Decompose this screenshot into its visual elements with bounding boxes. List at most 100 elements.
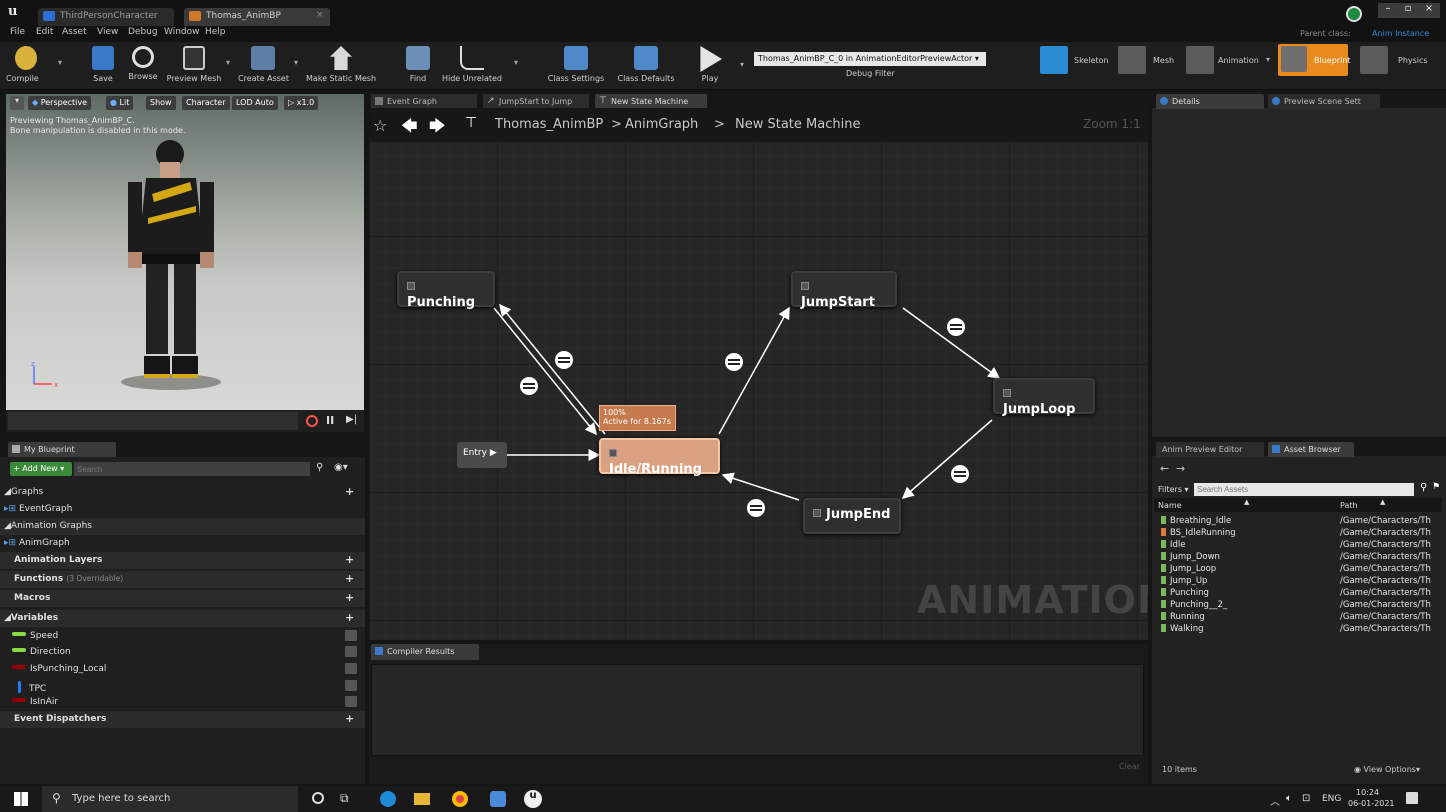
visibility-eye-icon[interactable]	[345, 630, 357, 641]
menu-view[interactable]: View	[97, 27, 118, 37]
timeline-scrubber[interactable]	[8, 412, 298, 430]
variable-row[interactable]: Speed	[0, 628, 365, 645]
browse-button[interactable]: Browse	[124, 46, 162, 88]
tab-anim-preview-editor[interactable]: Anim Preview Editor	[1156, 442, 1264, 457]
menu-debug[interactable]: Debug	[128, 27, 158, 37]
edge-icon[interactable]	[380, 791, 396, 807]
lock-icon[interactable]: ⚑	[1432, 482, 1440, 492]
visibility-eye-icon[interactable]	[345, 696, 357, 707]
state-node-jumploop[interactable]: JumpLoop	[993, 378, 1095, 417]
volume-icon[interactable]: 🔈︎	[1286, 793, 1292, 804]
tab-jumpstart-to-jump[interactable]: ↗ JumpStart to Jump	[483, 94, 589, 109]
doc-tab-thirdpersoncharacter[interactable]: ThirdPersonCharacter	[38, 8, 174, 26]
unreal-logo-icon[interactable]: u	[8, 4, 17, 19]
view-options-eye-icon[interactable]: ◉▾	[334, 462, 348, 473]
state-machine-graph[interactable]: ☆ 🡄 🡆 ⊤ Thomas_AnimBP > AnimGraph > New …	[369, 108, 1148, 640]
add-event-dispatcher-button[interactable]: +	[345, 713, 355, 724]
asset-list-item[interactable]: Jump_Down/Game/Characters/Th	[1158, 552, 1438, 564]
file-explorer-icon[interactable]	[414, 793, 430, 805]
name-column-header[interactable]: Name	[1158, 501, 1182, 510]
functions-category[interactable]: Functions (3 Overridable) +	[0, 571, 365, 588]
search-icon[interactable]: ⚲	[1420, 482, 1427, 493]
filters-button[interactable]: Filters ▾	[1158, 485, 1189, 494]
create-asset-button[interactable]: Create Asset	[238, 46, 289, 88]
lit-button[interactable]: ● Lit	[106, 96, 134, 110]
visibility-eye-icon[interactable]	[345, 646, 357, 657]
tab-asset-browser[interactable]: Asset Browser	[1268, 442, 1354, 457]
network-icon[interactable]: ⊡	[1302, 793, 1310, 804]
asset-list-item[interactable]: BS_IdleRunning/Game/Characters/Th	[1158, 528, 1438, 540]
history-forward-icon[interactable]: →	[1176, 462, 1185, 475]
play-button[interactable]: Play	[694, 46, 726, 88]
perspective-button[interactable]: ◆ Perspective	[28, 96, 92, 110]
variable-row[interactable]: Direction	[0, 644, 365, 661]
add-function-button[interactable]: +	[345, 573, 355, 584]
asset-list-item[interactable]: Jump_Up/Game/Characters/Th	[1158, 576, 1438, 588]
menu-edit[interactable]: Edit	[36, 27, 53, 37]
graphs-category[interactable]: ◢Graphs +	[0, 484, 365, 501]
taskbar-search-box[interactable]: ⚲ Type here to search	[42, 786, 298, 812]
hide-unrelated-button[interactable]: Hide Unrelated	[440, 46, 504, 88]
tab-new-state-machine[interactable]: ⊤ New State Machine	[595, 94, 707, 109]
record-button[interactable]	[306, 415, 318, 427]
state-node-jumpstart[interactable]: JumpStart	[791, 271, 897, 310]
create-asset-arrow-icon[interactable]: ▾	[294, 58, 298, 67]
class-settings-button[interactable]: Class Settings	[544, 46, 608, 88]
asset-search-input[interactable]	[1194, 483, 1414, 496]
asset-list-item[interactable]: Walking/Game/Characters/Th	[1158, 624, 1438, 636]
event-dispatchers-category[interactable]: Event Dispatchers +	[0, 711, 365, 728]
task-view-icon[interactable]: ⧉	[340, 791, 349, 806]
lod-button[interactable]: LOD Auto	[232, 96, 278, 110]
add-variable-button[interactable]: +	[345, 612, 355, 623]
asset-list-item[interactable]: Jump_Loop/Game/Characters/Th	[1158, 564, 1438, 576]
menu-help[interactable]: Help	[205, 27, 226, 37]
step-forward-button[interactable]: ▶|	[346, 414, 357, 425]
menu-file[interactable]: File	[10, 27, 25, 37]
preview-character[interactable]	[106, 134, 236, 394]
variable-row[interactable]: IsInAir	[0, 694, 365, 711]
path-column-header[interactable]: Path	[1340, 501, 1358, 510]
view-options-button[interactable]: ◉ View Options▾	[1354, 765, 1420, 774]
cortana-icon[interactable]	[312, 792, 324, 804]
visibility-eye-icon[interactable]	[345, 680, 357, 691]
find-button[interactable]: Find	[402, 46, 434, 88]
asset-list-item[interactable]: Running/Game/Characters/Th	[1158, 612, 1438, 624]
add-new-button[interactable]: + Add New ▾	[10, 462, 72, 476]
asset-list-item[interactable]: Punching/Game/Characters/Th	[1158, 588, 1438, 600]
tab-my-blueprint[interactable]: My Blueprint	[8, 442, 116, 457]
windows-start-icon[interactable]	[14, 792, 28, 806]
clock-date[interactable]: 06-01-2021	[1348, 799, 1395, 808]
viewport[interactable]: ▾ ◆ Perspective ● Lit Show Character LOD…	[6, 94, 364, 410]
pause-button[interactable]: II	[326, 414, 334, 427]
macros-category[interactable]: Macros +	[0, 590, 365, 607]
tab-close-icon[interactable]: ×	[316, 10, 324, 20]
mode-blueprint[interactable]: Blueprint	[1278, 44, 1351, 76]
debug-object-select[interactable]: Thomas_AnimBP_C_0 in AnimationEditorPrev…	[754, 52, 986, 66]
tab-event-graph[interactable]: Event Graph	[371, 94, 477, 109]
anim-graph-item[interactable]: ▸⊞ AnimGraph	[0, 535, 365, 552]
tab-details[interactable]: Details	[1156, 94, 1264, 109]
preview-mesh-button[interactable]: Preview Mesh	[166, 46, 222, 88]
maximize-button[interactable]: ▫	[1398, 3, 1418, 18]
mode-physics[interactable]: Physics	[1360, 46, 1440, 82]
mode-skeleton[interactable]: Skeleton	[1040, 46, 1110, 82]
my-blueprint-search-input[interactable]	[74, 462, 310, 476]
visibility-eye-icon[interactable]	[345, 663, 357, 674]
clock-time[interactable]: 10:24	[1356, 788, 1379, 797]
state-node-idle-running[interactable]: Idle/Running	[599, 438, 720, 477]
compile-button[interactable]: Compile	[6, 46, 46, 88]
history-back-icon[interactable]: ←	[1160, 462, 1169, 475]
close-button[interactable]: ×	[1418, 3, 1440, 18]
menu-asset[interactable]: Asset	[62, 27, 87, 37]
asset-list-item[interactable]: Breathing_Idle/Game/Characters/Th	[1158, 516, 1438, 528]
state-node-jumpend[interactable]: JumpEnd	[803, 498, 901, 534]
menu-window[interactable]: Window	[164, 27, 200, 37]
variables-category[interactable]: ◢Variables +	[0, 610, 365, 627]
state-node-punching[interactable]: Punching	[397, 271, 495, 310]
play-options-arrow-icon[interactable]: ▾	[740, 60, 744, 69]
chrome-icon[interactable]	[452, 791, 468, 807]
mode-mesh[interactable]: Mesh	[1118, 46, 1182, 82]
tab-preview-scene-settings[interactable]: Preview Scene Sett	[1268, 94, 1380, 109]
playback-speed-button[interactable]: ▷ x1.0	[284, 96, 319, 110]
show-button[interactable]: Show	[146, 96, 176, 110]
